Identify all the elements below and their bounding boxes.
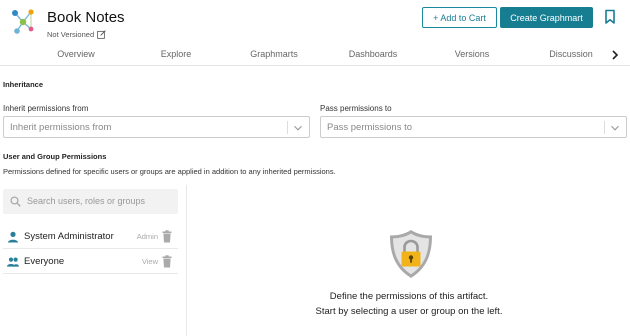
principal-row[interactable]: Everyone View [3, 250, 178, 274]
principal-list-panel: Search users, roles or groups System Adm… [0, 185, 187, 336]
tab-overview[interactable]: Overview [57, 49, 95, 59]
shield-lock-icon [390, 230, 432, 278]
version-status-text: Not Versioned [47, 30, 95, 39]
tab-graphmarts[interactable]: Graphmarts [250, 49, 298, 59]
chevron-down-icon [294, 125, 302, 131]
chevron-right-icon[interactable] [609, 49, 621, 61]
inherit-from-select[interactable]: Inherit permissions from [3, 116, 310, 138]
artifact-header: Book Notes Not Versioned + Add to Cart C… [0, 0, 630, 44]
search-placeholder: Search users, roles or groups [27, 196, 146, 206]
tab-dashboards[interactable]: Dashboards [349, 49, 398, 59]
inherit-from-placeholder: Inherit permissions from [10, 122, 112, 133]
person-icon [8, 231, 18, 243]
search-icon [10, 196, 21, 207]
pass-to-select[interactable]: Pass permissions to [320, 116, 627, 138]
permissions-empty-state: Define the permissions of this artifact.… [188, 185, 630, 336]
empty-state-line-1: Define the permissions of this artifact. [329, 291, 489, 302]
principal-role: View [141, 257, 158, 266]
empty-state-line-2: Start by selecting a user or group on th… [315, 306, 503, 317]
select-divider [287, 121, 288, 134]
principal-name: Everyone [24, 256, 65, 267]
principal-search-input[interactable]: Search users, roles or groups [3, 189, 178, 214]
principal-role: Admin [136, 232, 158, 241]
bookmark-icon[interactable] [603, 9, 617, 25]
pass-to-placeholder: Pass permissions to [327, 122, 413, 133]
trash-icon[interactable] [162, 230, 172, 243]
edit-icon[interactable] [97, 30, 106, 39]
page-title: Book Notes [47, 9, 125, 26]
group-icon [7, 257, 19, 267]
add-to-cart-button[interactable]: + Add to Cart [422, 7, 497, 28]
inherit-from-label: Inherit permissions from [3, 104, 89, 113]
tab-explore[interactable]: Explore [161, 49, 192, 59]
trash-icon[interactable] [162, 255, 172, 268]
principal-row[interactable]: System Administrator Admin [3, 225, 178, 249]
tab-versions[interactable]: Versions [455, 49, 490, 59]
user-group-permissions-heading: User and Group Permissions [3, 152, 107, 161]
chevron-down-icon [611, 125, 619, 131]
version-status: Not Versioned [47, 30, 106, 39]
graphmart-logo-icon [12, 9, 34, 34]
tab-discussion[interactable]: Discussion [549, 49, 593, 59]
select-divider [604, 121, 605, 134]
principal-name: System Administrator [24, 231, 114, 242]
tab-bar: Overview Explore Graphmarts Dashboards V… [0, 44, 630, 66]
create-graphmart-button[interactable]: Create Graphmart [500, 7, 593, 28]
inheritance-heading: Inheritance [3, 80, 44, 89]
permissions-description: Permissions defined for specific users o… [3, 167, 336, 176]
pass-to-label: Pass permissions to [320, 104, 392, 113]
